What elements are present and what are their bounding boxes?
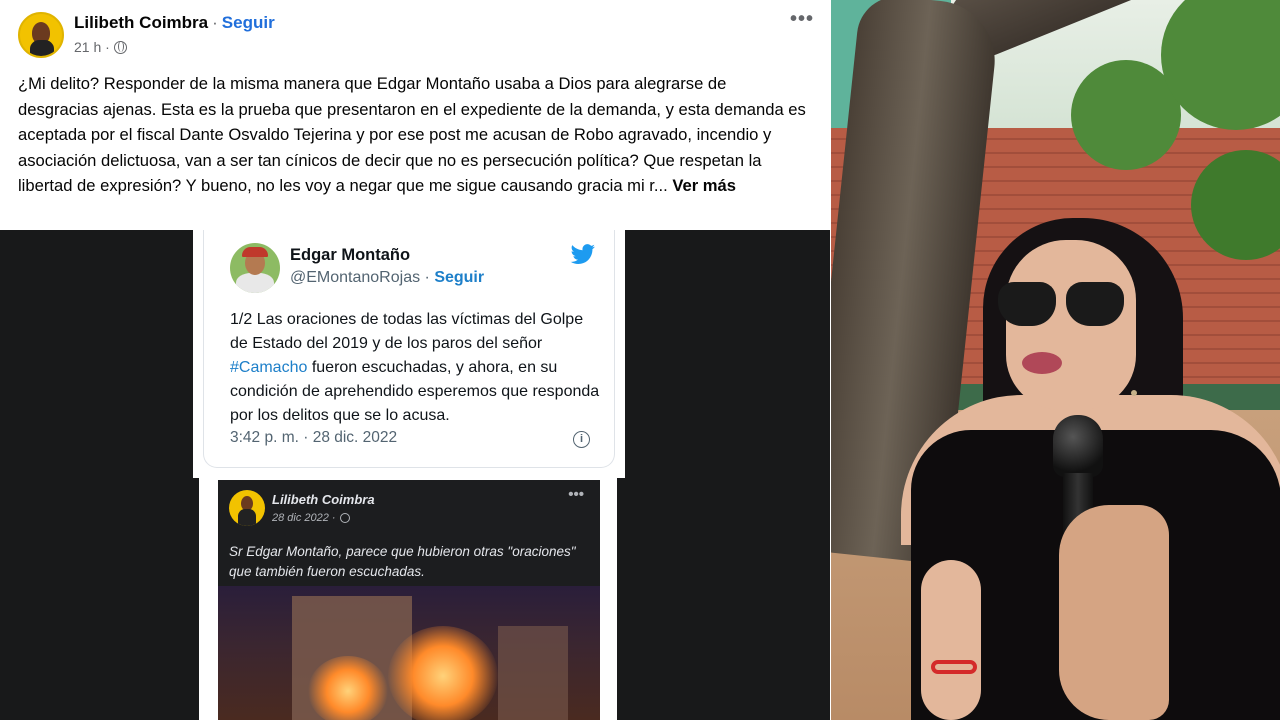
see-more-link[interactable]: Ver más — [672, 176, 736, 195]
facebook-post: Lilibeth Coimbra · Seguir 21 h · ••• ¿Mi d… — [0, 0, 830, 720]
nested-more-icon: ••• — [568, 486, 584, 503]
nested-post-card: Lilibeth Coimbra 28 dic 2022 · ••• Sr Ed… — [218, 480, 600, 720]
tweet-follow-label: Seguir — [434, 269, 485, 286]
tweet-handle: @EMontanoRojas · — [290, 269, 430, 286]
follow-button[interactable]: Seguir — [222, 13, 275, 32]
fire-glow — [388, 626, 498, 720]
fire-photo — [218, 586, 600, 720]
tweet-author-name: Edgar Montaño — [290, 246, 411, 264]
microphone-head — [1053, 415, 1103, 477]
avatar-body — [30, 40, 54, 56]
tweet-text-part1: 1/2 Las oraciones de todas las víctimas … — [230, 311, 584, 352]
nested-post-screenshot: Lilibeth Coimbra 28 dic 2022 · ••• Sr Ed… — [199, 478, 617, 720]
interview-photo — [831, 0, 1280, 720]
avatar-shirt — [236, 273, 274, 293]
separator-dot: · — [212, 13, 218, 32]
sunglasses-lens — [998, 282, 1056, 326]
avatar-hat — [242, 247, 268, 257]
tweet-card: Edgar Montaño @EMontanoRojas · Seguir 1/… — [203, 230, 615, 468]
nested-author-name: Lilibeth Coimbra — [272, 492, 375, 507]
post-header: Lilibeth Coimbra · Seguir 21 h · — [18, 12, 818, 62]
fire-glow — [308, 656, 388, 720]
more-options-button[interactable]: ••• — [790, 8, 814, 31]
globe-icon — [113, 40, 127, 54]
tweet-text: 1/2 Las oraciones de todas las víctimas … — [230, 308, 600, 428]
tweet-hashtag: #Camacho — [230, 359, 308, 376]
tweet-avatar — [230, 243, 280, 293]
tweet-timestamp: 3:42 p. m. · 28 dic. 2022 — [230, 429, 398, 446]
embedded-tweet-screenshot: Edgar Montaño @EMontanoRojas · Seguir 1/… — [193, 230, 625, 478]
reporter-hand — [1059, 505, 1169, 720]
post-text: ¿Mi delito? Responder de la misma manera… — [18, 71, 808, 199]
twitter-bird-icon — [570, 244, 595, 264]
info-icon: i — [573, 431, 590, 448]
building-silhouette — [498, 626, 568, 720]
earring — [1131, 390, 1137, 396]
tweet-handle-line: @EMontanoRojas · Seguir — [290, 269, 484, 287]
globe-icon — [339, 513, 350, 523]
post-meta: 21 h · — [74, 39, 127, 55]
author-avatar[interactable] — [18, 12, 64, 58]
avatar-body — [238, 509, 256, 526]
nested-date-line: 28 dic 2022 · — [272, 512, 350, 524]
author-name[interactable]: Lilibeth Coimbra — [74, 13, 208, 32]
nested-avatar — [229, 490, 265, 526]
sunglasses — [998, 282, 1128, 328]
woman-lips — [1022, 352, 1062, 374]
woman-arm — [921, 560, 981, 720]
post-time[interactable]: 21 h · — [74, 39, 110, 55]
nested-date: 28 dic 2022 · — [272, 512, 336, 524]
nested-post-text: Sr Edgar Montaño, parece que hubieron ot… — [229, 544, 576, 579]
author-line: Lilibeth Coimbra · Seguir — [74, 13, 275, 33]
red-bracelet — [931, 660, 977, 674]
sunglasses-lens — [1066, 282, 1124, 326]
